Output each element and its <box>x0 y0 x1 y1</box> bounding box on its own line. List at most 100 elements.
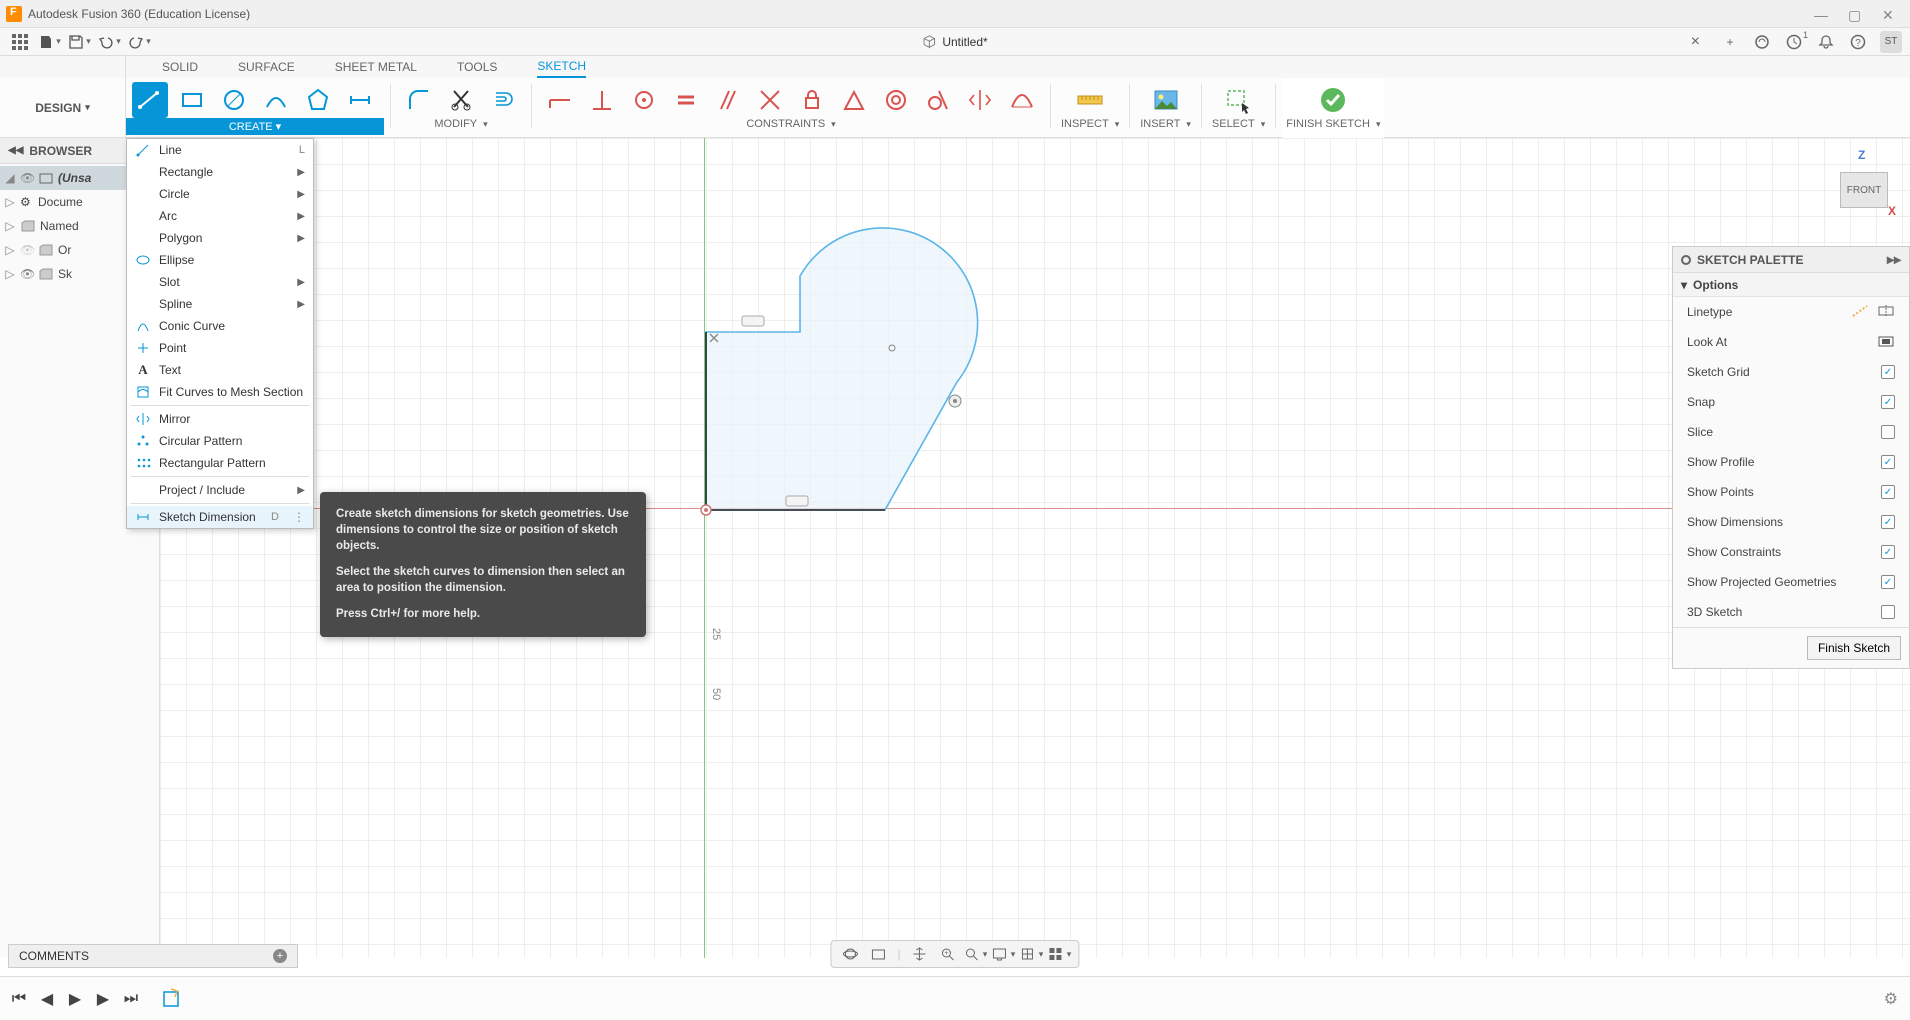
viewport-icon[interactable] <box>1051 945 1069 963</box>
menu-item-circular-pattern[interactable]: Circular Pattern <box>127 430 313 452</box>
display-settings-icon[interactable] <box>995 945 1013 963</box>
offset-tool-icon[interactable] <box>485 82 521 118</box>
ribbon-label-inspect[interactable]: INSPECT <box>1061 118 1119 130</box>
pan-icon[interactable] <box>911 945 929 963</box>
viewcube[interactable]: Z FRONT X <box>1836 148 1892 218</box>
menu-item-slot[interactable]: Slot▶ <box>127 271 313 293</box>
viewcube-face[interactable]: FRONT <box>1840 172 1888 208</box>
checkbox[interactable]: ✓ <box>1881 455 1895 469</box>
zoom-window-icon[interactable] <box>967 945 985 963</box>
menu-item-rectangular-pattern[interactable]: Rectangular Pattern <box>127 452 313 474</box>
extensions-button[interactable] <box>1752 32 1772 52</box>
symmetry-constraint-icon[interactable] <box>962 82 998 118</box>
select-tool-icon[interactable] <box>1221 82 1257 118</box>
menu-item-text[interactable]: AText <box>127 359 313 381</box>
circle-tool-icon[interactable] <box>216 82 252 118</box>
checkbox[interactable] <box>1881 605 1895 619</box>
ribbon-label-constraints[interactable]: CONSTRAINTS <box>746 118 835 130</box>
menu-item-rectangle[interactable]: Rectangle▶ <box>127 161 313 183</box>
finish-sketch-icon[interactable] <box>1315 82 1351 118</box>
menu-item-mirror[interactable]: Mirror <box>127 408 313 430</box>
new-tab-button[interactable]: + <box>1720 32 1740 52</box>
collapse-dot-icon[interactable] <box>1681 255 1691 265</box>
notifications-button[interactable] <box>1816 32 1836 52</box>
trim-tool-icon[interactable] <box>443 82 479 118</box>
ribbon-label-select[interactable]: SELECT <box>1212 118 1265 130</box>
lookat-nav-icon[interactable] <box>869 945 887 963</box>
tangent-constraint-icon[interactable] <box>920 82 956 118</box>
menu-item-arc[interactable]: Arc▶ <box>127 205 313 227</box>
data-panel-button[interactable] <box>8 31 32 53</box>
checkbox[interactable]: ✓ <box>1881 365 1895 379</box>
minimize-button[interactable]: — <box>1814 7 1828 21</box>
timeline-play-button[interactable]: ▶ <box>66 990 84 1008</box>
menu-item-project-include[interactable]: Project / Include▶ <box>127 479 313 501</box>
construction-linetype-icon[interactable] <box>1851 304 1869 321</box>
help-button[interactable]: ? <box>1848 32 1868 52</box>
coincident-constraint-icon[interactable] <box>626 82 662 118</box>
undo-button[interactable] <box>98 31 122 53</box>
tab-tools[interactable]: TOOLS <box>457 57 497 77</box>
file-menu-button[interactable] <box>38 31 62 53</box>
dimension-tool-icon[interactable] <box>342 82 378 118</box>
timeline-prev-button[interactable]: ◀ <box>38 990 56 1008</box>
centerline-linetype-icon[interactable] <box>1877 304 1895 321</box>
concentric-constraint-icon[interactable] <box>878 82 914 118</box>
grid-settings-icon[interactable] <box>1023 945 1041 963</box>
checkbox[interactable]: ✓ <box>1881 485 1895 499</box>
maximize-button[interactable]: ▢ <box>1848 7 1862 21</box>
fix-constraint-icon[interactable] <box>794 82 830 118</box>
user-avatar[interactable]: ST <box>1880 31 1902 53</box>
ribbon-label-insert[interactable]: INSERT <box>1140 118 1191 130</box>
curvature-constraint-icon[interactable] <box>1004 82 1040 118</box>
menu-item-fit-curves[interactable]: Fit Curves to Mesh Section <box>127 381 313 403</box>
checkbox[interactable]: ✓ <box>1881 575 1895 589</box>
add-comment-icon[interactable]: + <box>273 949 287 963</box>
orbit-icon[interactable] <box>841 945 859 963</box>
palette-header[interactable]: SKETCH PALETTE ▸▸ <box>1673 247 1909 273</box>
menu-item-sketch-dimension[interactable]: Sketch Dimension D ⋮ <box>127 506 313 528</box>
tab-sheet-metal[interactable]: SHEET METAL <box>335 57 417 77</box>
checkbox[interactable]: ✓ <box>1881 545 1895 559</box>
document-title[interactable]: Untitled* <box>922 35 987 49</box>
checkbox[interactable]: ✓ <box>1881 395 1895 409</box>
close-window-button[interactable]: ✕ <box>1882 7 1896 21</box>
menu-item-conic-curve[interactable]: Conic Curve <box>127 315 313 337</box>
arc-tool-icon[interactable] <box>258 82 294 118</box>
checkbox[interactable] <box>1881 425 1895 439</box>
menu-item-line[interactable]: Line L <box>127 139 313 161</box>
ribbon-label-create[interactable]: CREATE ▾ <box>126 118 384 135</box>
workspace-dropdown[interactable]: DESIGN▾ <box>0 78 126 137</box>
fillet-tool-icon[interactable] <box>401 82 437 118</box>
palette-section-options[interactable]: ▾Options <box>1673 273 1909 297</box>
timeline-sketch-feature[interactable] <box>160 986 186 1012</box>
finish-sketch-button[interactable]: Finish Sketch <box>1807 636 1901 660</box>
menu-item-circle[interactable]: Circle▶ <box>127 183 313 205</box>
tab-solid[interactable]: SOLID <box>162 57 198 77</box>
horizontal-constraint-icon[interactable] <box>542 82 578 118</box>
menu-item-point[interactable]: Point <box>127 337 313 359</box>
polygon-tool-icon[interactable] <box>300 82 336 118</box>
save-button[interactable] <box>68 31 92 53</box>
lookat-icon[interactable] <box>1877 334 1895 351</box>
menu-item-ellipse[interactable]: Ellipse <box>127 249 313 271</box>
expand-icon[interactable]: ▸▸ <box>1887 251 1901 268</box>
tab-surface[interactable]: SURFACE <box>238 57 295 77</box>
redo-button[interactable] <box>128 31 152 53</box>
midpoint-constraint-icon[interactable] <box>836 82 872 118</box>
parallel-constraint-icon[interactable] <box>710 82 746 118</box>
rectangle-tool-icon[interactable] <box>174 82 210 118</box>
sketch-geometry[interactable] <box>700 196 1000 526</box>
checkbox[interactable]: ✓ <box>1881 515 1895 529</box>
ribbon-label-finish[interactable]: FINISH SKETCH <box>1286 118 1380 130</box>
measure-tool-icon[interactable] <box>1072 82 1108 118</box>
comments-bar[interactable]: COMMENTS + <box>8 944 298 968</box>
insert-image-icon[interactable] <box>1148 82 1184 118</box>
zoom-icon[interactable]: + <box>939 945 957 963</box>
timeline-end-button[interactable]: ⏭ <box>122 990 140 1008</box>
ribbon-label-modify[interactable]: MODIFY <box>434 118 487 130</box>
menu-item-polygon[interactable]: Polygon▶ <box>127 227 313 249</box>
timeline-start-button[interactable]: ⏮ <box>10 990 28 1008</box>
tab-sketch[interactable]: SKETCH <box>537 56 586 78</box>
vertical-constraint-icon[interactable] <box>584 82 620 118</box>
